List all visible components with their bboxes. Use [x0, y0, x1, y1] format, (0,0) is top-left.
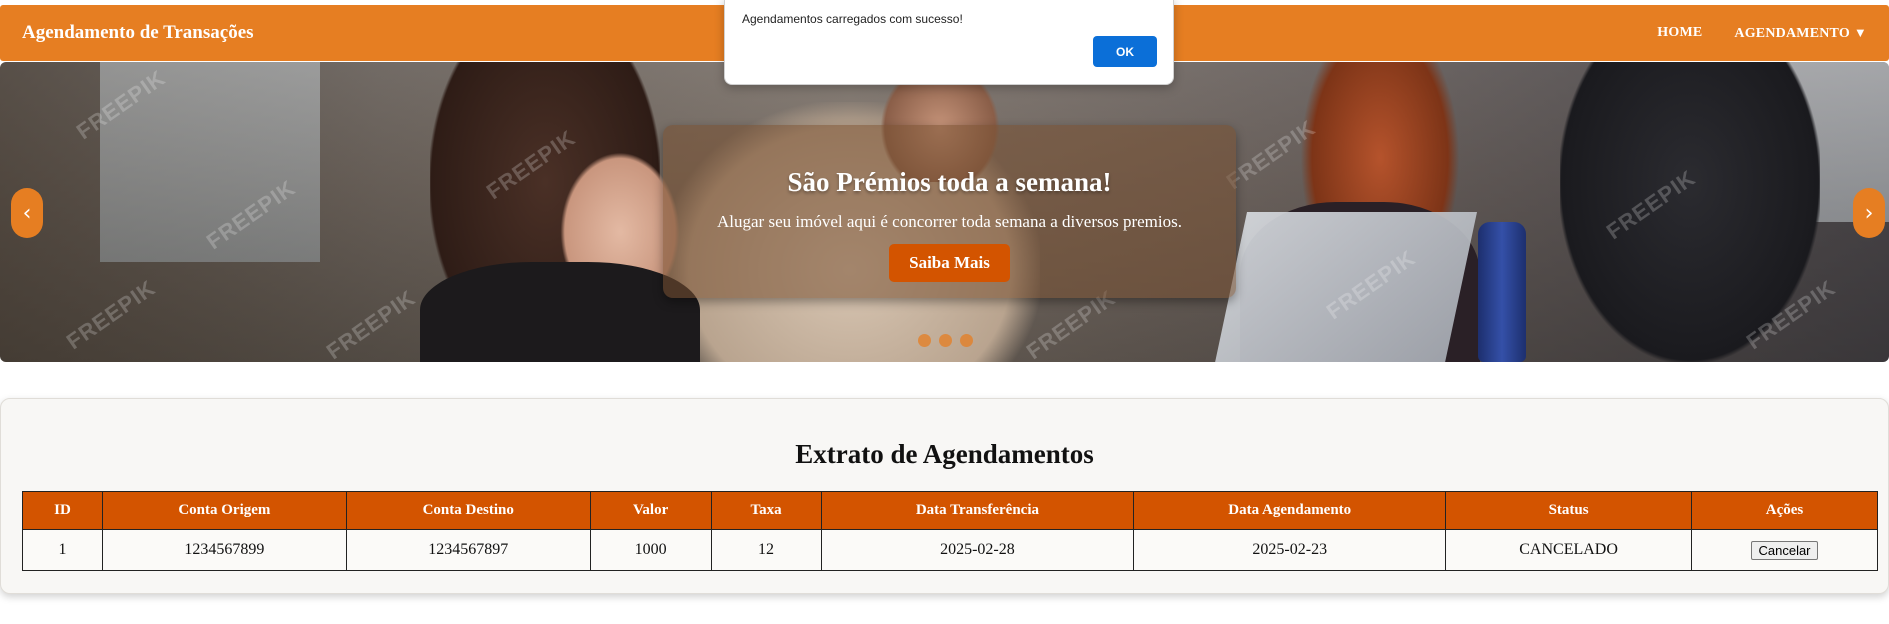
caret-down-icon: ▼ [1853, 24, 1867, 40]
carousel-dot-1[interactable] [918, 334, 931, 347]
table-header-row: ID Conta Origem Conta Destino Valor Taxa… [22, 491, 1878, 530]
extrato-section: Extrato de Agendamentos ID Conta Origem … [0, 398, 1889, 594]
table-row: 1 1234567899 1234567897 1000 12 2025-02-… [22, 529, 1878, 571]
nav-agendamento-label: AGENDAMENTO [1734, 25, 1850, 41]
alert-dialog: Agendamentos carregados com sucesso! OK [724, 0, 1174, 85]
photo-water-bottle [1478, 222, 1526, 362]
column-header: Data Agendamento [1133, 491, 1447, 530]
brand-title[interactable]: Agendamento de Transações [22, 22, 254, 44]
alert-message: Agendamentos carregados com sucesso! [742, 12, 963, 26]
cell-conta-origem: 1234567899 [101, 529, 347, 571]
column-header: Conta Destino [345, 491, 591, 530]
cell-valor: 1000 [589, 529, 712, 571]
chevron-left-icon: ‹ [22, 200, 32, 226]
saiba-mais-button[interactable]: Saiba Mais [889, 244, 1010, 282]
chevron-right-icon: › [1864, 200, 1874, 226]
cell-data-transferencia: 2025-02-28 [820, 529, 1135, 571]
hero-text: Alugar seu imóvel aqui é concorrer toda … [717, 212, 1182, 231]
nav-home-link[interactable]: HOME [1657, 25, 1702, 41]
carousel-dot-2[interactable] [939, 334, 952, 347]
carousel-prev-button[interactable]: ‹ [11, 188, 43, 238]
photo-person-woman-body [420, 262, 700, 362]
column-header: ID [22, 491, 103, 530]
cell-conta-destino: 1234567897 [345, 529, 591, 571]
watermark: FREEPIK [61, 274, 160, 355]
cell-acoes: Cancelar [1691, 529, 1878, 571]
column-header: Taxa [710, 491, 822, 530]
cell-status: CANCELADO [1445, 529, 1693, 571]
hero-caption-card: São Prémios toda a semana! Alugar seu im… [663, 125, 1236, 298]
carousel-next-button[interactable]: › [1853, 188, 1885, 238]
carousel-indicators [918, 334, 973, 347]
hero-title: São Prémios toda a semana! [787, 167, 1112, 197]
section-title: Extrato de Agendamentos [795, 439, 1094, 469]
nav-links: HOME AGENDAMENTO ▼ [1657, 25, 1867, 42]
alert-ok-button[interactable]: OK [1093, 36, 1157, 67]
column-header: Ações [1691, 491, 1878, 530]
nav-agendamento-dropdown[interactable]: AGENDAMENTO ▼ [1734, 25, 1867, 42]
column-header: Status [1445, 491, 1693, 530]
cell-data-agendamento: 2025-02-23 [1133, 529, 1447, 571]
column-header: Data Transferência [820, 491, 1135, 530]
cancelar-button[interactable]: Cancelar [1751, 540, 1818, 560]
watermark: FREEPIK [321, 284, 420, 362]
column-header: Conta Origem [101, 491, 347, 530]
cell-id: 1 [22, 529, 103, 571]
carousel-dot-3[interactable] [960, 334, 973, 347]
cell-taxa: 12 [710, 529, 822, 571]
agendamentos-table: ID Conta Origem Conta Destino Valor Taxa… [22, 491, 1878, 571]
column-header: Valor [589, 491, 712, 530]
